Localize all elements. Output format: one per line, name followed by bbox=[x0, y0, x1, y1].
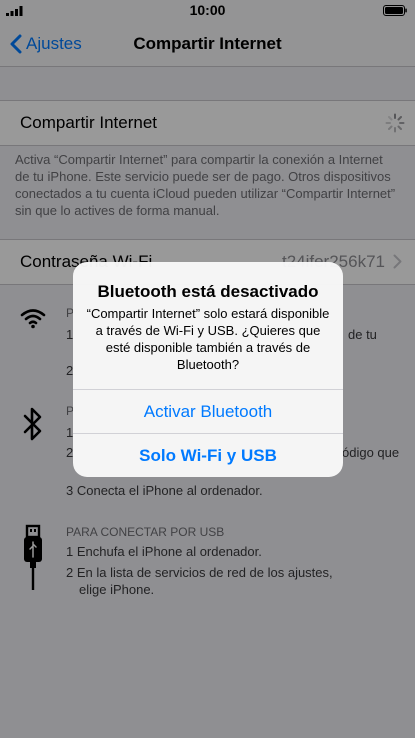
alert-message: “Compartir Internet” solo estará disponi… bbox=[86, 306, 330, 372]
alert-title: Bluetooth está desactivado bbox=[97, 282, 319, 301]
wifi-and-usb-only-button[interactable]: Solo Wi-Fi y USB bbox=[73, 433, 343, 477]
bluetooth-alert-dialog: Bluetooth está desactivado “Compartir In… bbox=[73, 262, 343, 477]
turn-on-bluetooth-button[interactable]: Activar Bluetooth bbox=[73, 389, 343, 434]
